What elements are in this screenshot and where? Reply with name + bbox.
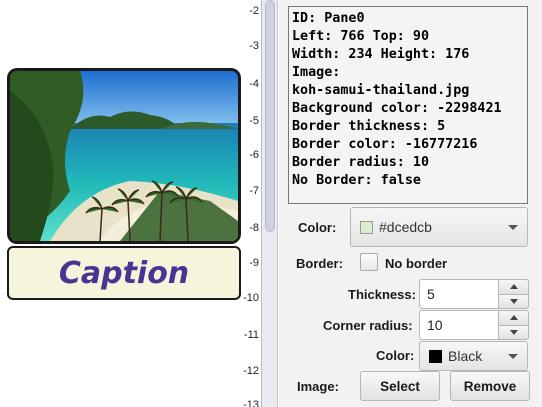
ruler-tick-label: -10 — [243, 292, 259, 304]
corner-radius-label: Corner radius: — [323, 318, 413, 333]
properties-panel: ID: Pane0 Left: 766 Top: 90 Width: 234 H… — [279, 0, 542, 407]
border-color-swatch — [429, 349, 442, 363]
ruler-tick-label: -5 — [249, 115, 259, 127]
border-color-label: Color: — [376, 348, 415, 363]
info-line: koh-samui-thailand.jpg — [292, 83, 470, 98]
ruler-tick-label: -13 — [243, 399, 259, 407]
info-line: Border color: -16777216 — [292, 137, 478, 152]
ruler-tick-label: -3 — [249, 40, 259, 52]
info-line: Border radius: 10 — [292, 155, 430, 170]
ruler-tick-label: -7 — [249, 185, 259, 197]
corner-radius-field[interactable]: 10 — [419, 310, 499, 340]
remove-image-button[interactable]: Remove — [450, 371, 530, 401]
background-color-value: #dcedcb — [379, 219, 432, 235]
ruler-tick-label: -2 — [249, 5, 259, 17]
thickness-label: Thickness: — [348, 287, 416, 302]
info-line: Left: 766 Top: 90 — [292, 29, 430, 44]
background-color-combo[interactable]: #dcedcb — [350, 207, 528, 247]
thickness-field[interactable]: 5 — [419, 279, 499, 309]
info-line: No Border: false — [292, 173, 421, 188]
ruler-tick-label: -12 — [243, 365, 259, 377]
background-color-swatch — [360, 220, 373, 234]
corner-radius-increment-button[interactable] — [499, 310, 529, 326]
info-line: Image: — [292, 65, 341, 80]
info-line: Width: 234 Height: 176 — [292, 47, 470, 62]
border-label: Border: — [296, 256, 343, 271]
arrow-down-icon — [509, 330, 518, 336]
info-line: Border thickness: 5 — [292, 119, 446, 134]
image-pane[interactable] — [7, 68, 241, 244]
background-color-label: Color: — [298, 220, 337, 235]
ruler-tick-label: -9 — [249, 257, 259, 269]
thickness-decrement-button[interactable] — [499, 294, 529, 309]
corner-radius-spinner[interactable]: 10 — [419, 310, 529, 340]
ruler-tick-label: -11 — [243, 329, 259, 341]
beach-photo — [10, 71, 238, 241]
arrow-up-icon — [509, 314, 518, 320]
koh-samui-image — [10, 71, 238, 241]
thickness-spinner[interactable]: 5 — [419, 279, 529, 309]
no-border-checkbox[interactable] — [360, 253, 378, 271]
caption-text: Caption — [58, 255, 190, 291]
thickness-increment-button[interactable] — [499, 279, 529, 295]
border-color-combo[interactable]: Black — [419, 341, 528, 371]
info-line: ID: Pane0 — [292, 11, 365, 26]
chevron-down-icon — [508, 354, 518, 359]
image-label: Image: — [297, 379, 339, 394]
select-image-button[interactable]: Select — [360, 371, 440, 401]
caption-pane[interactable]: Caption — [7, 246, 241, 300]
arrow-down-icon — [509, 299, 518, 305]
pane-info-box: ID: Pane0 Left: 766 Top: 90 Width: 234 H… — [288, 6, 528, 204]
design-canvas[interactable]: Caption — [0, 0, 242, 407]
ruler-tick-label: -4 — [249, 78, 259, 90]
corner-radius-decrement-button[interactable] — [499, 325, 529, 340]
chevron-down-icon — [508, 225, 518, 230]
border-color-value: Black — [448, 348, 483, 364]
scrollbar-thumb[interactable] — [265, 0, 275, 232]
arrow-up-icon — [509, 283, 518, 289]
canvas-scrollbar[interactable] — [262, 0, 278, 407]
ruler-tick-label: -8 — [249, 222, 259, 234]
ruler-tick-label: -6 — [249, 149, 259, 161]
no-border-label[interactable]: No border — [385, 256, 447, 271]
vertical-ruler: -2 -3 -4 -5 -6 -7 -8 -9 -10 -11 -12 -13 — [242, 0, 262, 407]
info-line: Background color: -2298421 — [292, 101, 502, 116]
